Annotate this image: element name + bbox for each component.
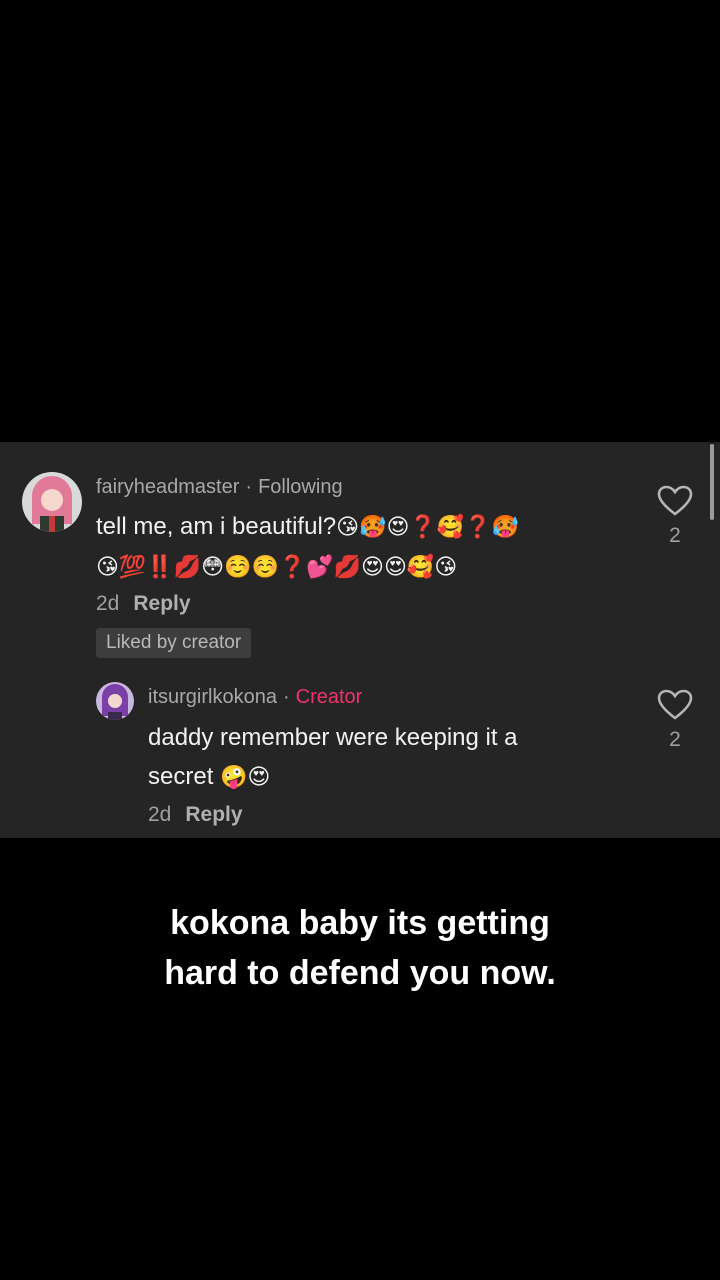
video-caption: kokona baby its getting hard to defend y… xyxy=(0,898,720,998)
heart-icon xyxy=(657,485,693,516)
comment-text: tell me, am i beautiful?😘🥵😍❓🥰❓🥵 😘💯‼️💋😳☺️… xyxy=(96,507,636,587)
comment-body: tell me, am i beautiful? xyxy=(96,513,337,540)
comment-footer: 2d Reply xyxy=(148,803,243,827)
comment-header: fairyheadmaster · Following xyxy=(96,476,343,499)
separator-dot: · xyxy=(282,686,290,708)
scrollbar[interactable] xyxy=(710,444,714,520)
comment-emojis: 😘💯‼️💋😳☺️☺️❓💕💋😍😍🥰😘 xyxy=(96,555,458,580)
comment-header: itsurgirlkokona · Creator xyxy=(148,686,362,709)
comment-emojis: 🤪😍 xyxy=(220,765,271,790)
reply-button[interactable]: Reply xyxy=(185,803,242,826)
separator-dot: · xyxy=(245,476,253,498)
reply-button[interactable]: Reply xyxy=(133,592,190,615)
comment-body: secret xyxy=(148,763,214,790)
liked-by-creator-badge: Liked by creator xyxy=(96,628,252,658)
following-tag: Following xyxy=(258,476,343,498)
username[interactable]: itsurgirlkokona xyxy=(148,686,277,708)
timestamp: 2d xyxy=(96,592,120,615)
avatar-image xyxy=(22,472,82,532)
avatar[interactable] xyxy=(96,682,134,720)
caption-line: kokona baby its getting xyxy=(170,904,550,942)
heart-icon xyxy=(657,689,693,720)
timestamp: 2d xyxy=(148,803,172,826)
comment-emojis: 😘🥵😍❓🥰❓🥵 xyxy=(336,515,519,540)
username[interactable]: fairyheadmaster xyxy=(96,476,239,498)
avatar[interactable] xyxy=(22,472,82,532)
comment-body: daddy remember were keeping it a xyxy=(148,724,518,751)
caption-line: hard to defend you now. xyxy=(164,954,556,992)
avatar-image xyxy=(96,682,134,720)
comment-footer: 2d Reply xyxy=(96,592,191,616)
comment-text: daddy remember were keeping it a secret … xyxy=(148,718,628,797)
like-count: 2 xyxy=(669,524,681,547)
creator-tag: Creator xyxy=(295,686,363,708)
like-button[interactable]: 2 xyxy=(655,689,695,752)
like-count: 2 xyxy=(669,728,681,751)
like-button[interactable]: 2 xyxy=(655,485,695,548)
